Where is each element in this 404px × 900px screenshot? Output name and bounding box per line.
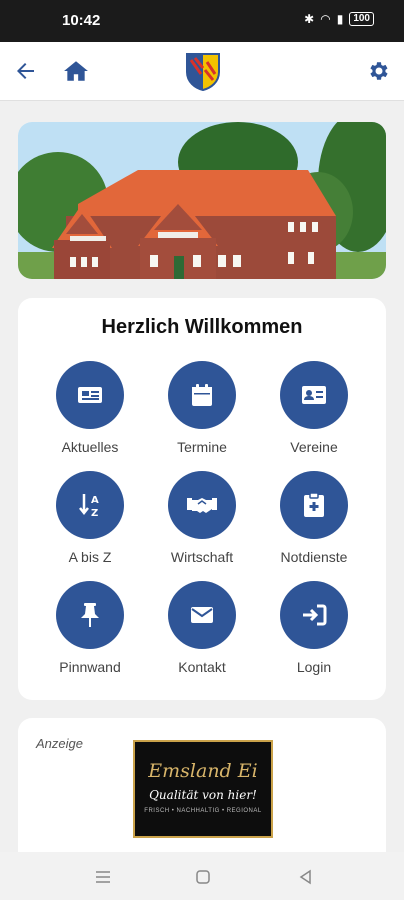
ad-small-text: FRISCH • NACHHALTIG • REGIONAL: [144, 808, 262, 814]
calendar-icon: [192, 384, 212, 406]
svg-text:Z: Z: [91, 508, 98, 518]
sign-in-icon: [303, 604, 327, 626]
home-icon: [64, 61, 88, 81]
wifi-icon: ◠: [320, 12, 331, 26]
battery-icon: 100: [349, 12, 374, 26]
triangle-back-icon: [299, 869, 311, 885]
ad-card: Anzeige Emsland Ei Qualität von hier! FR…: [18, 718, 386, 868]
welcome-card: Herzlich Willkommen Aktuelles Termine Ve…: [18, 298, 386, 700]
tile-login[interactable]: Login: [259, 581, 369, 675]
tile-aktuelles[interactable]: Aktuelles: [35, 361, 145, 455]
newspaper-icon: [78, 387, 102, 403]
tile-a-bis-z[interactable]: AZ A bis Z: [35, 471, 145, 565]
status-time: 10:42: [62, 12, 101, 29]
svg-text:A: A: [91, 495, 99, 506]
ad-slogan: Qualität von hier!: [149, 788, 257, 802]
handshake-icon: [187, 498, 217, 513]
status-icons: ✱ ◠ ▮ 100: [304, 12, 374, 26]
tile-notdienste[interactable]: Notdienste: [259, 471, 369, 565]
tile-circle: [168, 581, 236, 649]
envelope-icon: [191, 607, 213, 623]
home-button[interactable]: [61, 56, 91, 86]
tile-label: Wirtschaft: [170, 549, 234, 565]
tile-label: Aktuelles: [61, 439, 119, 455]
gear-icon: [370, 62, 388, 80]
tile-circle: [56, 581, 124, 649]
tile-label: Vereine: [290, 439, 338, 455]
town-hall-photo: [18, 122, 386, 279]
ad-brand: Emsland Ei: [148, 760, 258, 782]
sort-az-icon: AZ: [79, 494, 99, 518]
tile-circle: [280, 471, 348, 539]
hero-image: [18, 122, 386, 279]
system-nav-bar: [0, 852, 404, 900]
tile-circle: [280, 581, 348, 649]
square-icon: [196, 870, 210, 884]
menu-lines-icon: [96, 871, 110, 883]
home-nav-button[interactable]: [192, 866, 214, 888]
settings-button[interactable]: [364, 56, 394, 86]
tile-label: Termine: [177, 439, 227, 455]
back-nav-button[interactable]: [294, 866, 316, 888]
tile-label: Pinnwand: [59, 659, 121, 675]
recents-button[interactable]: [92, 866, 114, 888]
tile-pinnwand[interactable]: Pinnwand: [35, 581, 145, 675]
tile-circle: [280, 361, 348, 429]
back-button[interactable]: [10, 56, 40, 86]
tile-label: Kontakt: [178, 659, 226, 675]
tile-label: Login: [296, 659, 332, 675]
welcome-title: Herzlich Willkommen: [101, 316, 303, 338]
arrow-left-icon: [17, 63, 34, 79]
signal-icon: ▮: [336, 12, 344, 26]
tile-vereine[interactable]: Vereine: [259, 361, 369, 455]
tile-wirtschaft[interactable]: Wirtschaft: [147, 471, 257, 565]
tile-kontakt[interactable]: Kontakt: [147, 581, 257, 675]
tile-label: Notdienste: [280, 549, 348, 565]
tile-termine[interactable]: Termine: [147, 361, 257, 455]
clipboard-medical-icon: [304, 492, 324, 517]
pin-icon: [81, 603, 99, 627]
tile-circle: [168, 361, 236, 429]
coat-of-arms-logo[interactable]: [185, 52, 221, 92]
tile-circle: [168, 471, 236, 539]
ad-tag: Anzeige: [36, 736, 83, 751]
tile-circle: [56, 361, 124, 429]
tile-circle: AZ: [56, 471, 124, 539]
status-bar: 10:42 ✱ ◠ ▮ 100: [0, 0, 404, 42]
ad-banner[interactable]: Emsland Ei Qualität von hier! FRISCH • N…: [133, 740, 273, 838]
bluetooth-icon: ✱: [304, 12, 315, 26]
tile-label: A bis Z: [68, 549, 112, 565]
id-card-icon: [302, 386, 326, 404]
